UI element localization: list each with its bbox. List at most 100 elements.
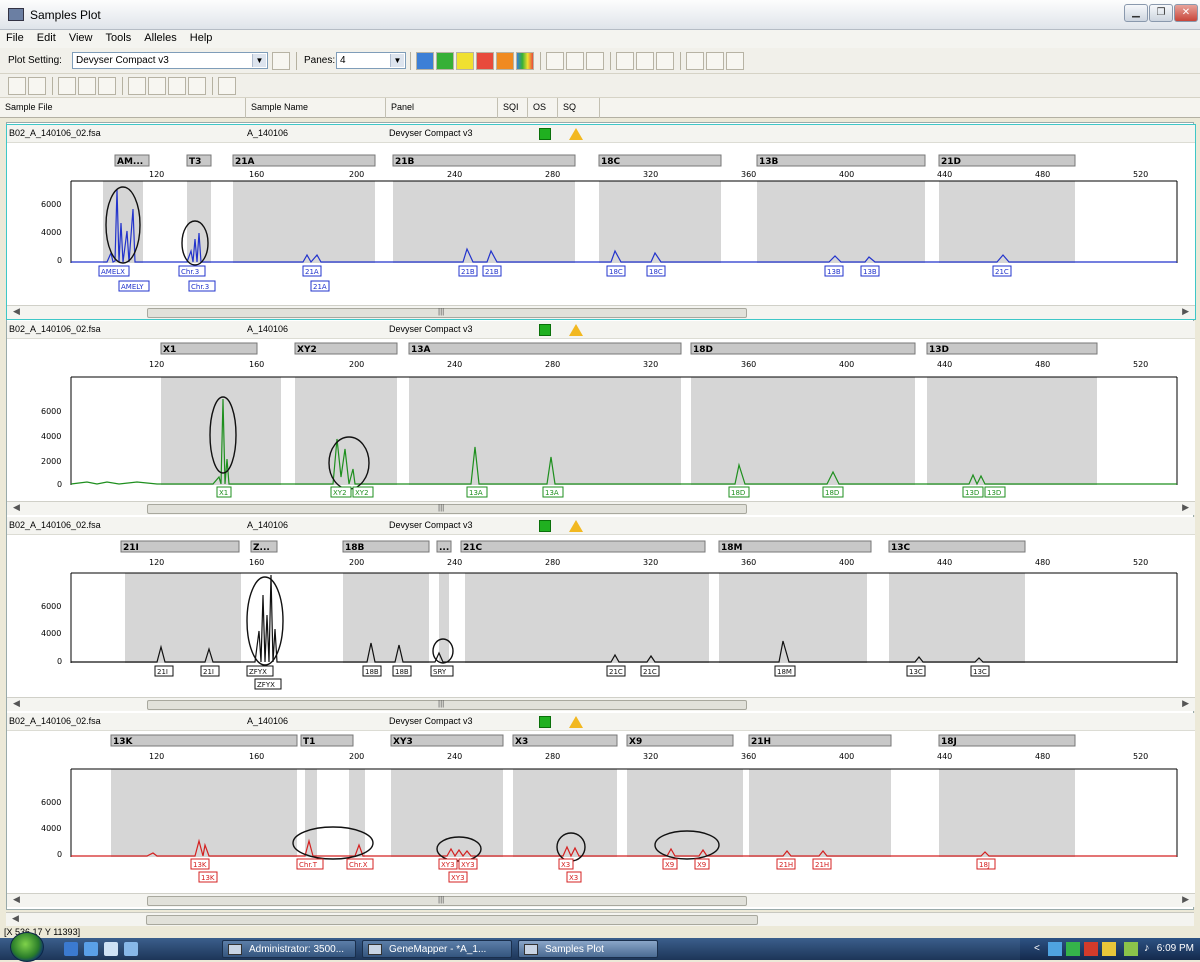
- peaks-compare-icon[interactable]: [78, 77, 96, 95]
- menu-tools[interactable]: Tools: [100, 30, 136, 44]
- task-samples-plot[interactable]: Samples Plot: [518, 940, 658, 958]
- pane-scrollbar[interactable]: ◀ ||| ▶: [7, 697, 1195, 711]
- volume-icon[interactable]: ♪: [1144, 942, 1150, 954]
- scroll-thumb[interactable]: [146, 915, 758, 925]
- internet-explorer-icon[interactable]: [84, 942, 98, 956]
- scroll-right-icon[interactable]: ▶: [1182, 502, 1189, 513]
- panes-select[interactable]: 4 ▼: [336, 52, 406, 69]
- marker-bar[interactable]: [938, 734, 1076, 747]
- task-administrator[interactable]: Administrator: 3500...: [222, 940, 356, 958]
- scroll-right-icon[interactable]: ▶: [1182, 306, 1189, 317]
- print-icon[interactable]: [726, 52, 744, 70]
- minimize-button[interactable]: ▁: [1124, 4, 1148, 22]
- scroll-left-icon[interactable]: ◀: [13, 698, 20, 709]
- zoom-fit-icon[interactable]: [8, 77, 26, 95]
- menu-view[interactable]: View: [63, 30, 97, 44]
- arrow-down-icon[interactable]: [28, 77, 46, 95]
- antivirus-icon[interactable]: [1084, 942, 1098, 956]
- warning-icon[interactable]: [569, 520, 583, 532]
- column-os[interactable]: OS: [528, 98, 558, 118]
- menu-edit[interactable]: Edit: [31, 30, 60, 44]
- quality-ok-icon[interactable]: [539, 520, 551, 532]
- menu-help[interactable]: Help: [184, 30, 217, 44]
- close-button[interactable]: ✕: [1174, 4, 1198, 22]
- power-icon[interactable]: [1124, 942, 1138, 956]
- marker-bar[interactable]: [756, 154, 926, 167]
- blue-dye-button[interactable]: [416, 52, 434, 70]
- marker-bar[interactable]: [110, 734, 298, 747]
- maximize-button[interactable]: ❐: [1149, 4, 1173, 22]
- main-scrollbar[interactable]: ◀: [6, 912, 1194, 926]
- overlay-icon[interactable]: [98, 77, 116, 95]
- pane-scrollbar[interactable]: ◀ ||| ▶: [7, 305, 1195, 319]
- allele-add-icon[interactable]: [148, 77, 166, 95]
- scroll-right-icon[interactable]: ▶: [1182, 698, 1189, 709]
- panel-icon[interactable]: [128, 77, 146, 95]
- security-icon[interactable]: [1066, 942, 1080, 956]
- scroll-thumb[interactable]: |||: [147, 699, 747, 710]
- grid-view-icon[interactable]: [686, 52, 704, 70]
- red-dye-button[interactable]: [476, 52, 494, 70]
- scroll-thumb[interactable]: |||: [147, 307, 747, 318]
- marker-bar[interactable]: [926, 342, 1098, 355]
- pane-scrollbar[interactable]: ◀ ||| ▶: [7, 893, 1195, 907]
- allele-delete-icon[interactable]: [168, 77, 186, 95]
- bar-chart-icon[interactable]: [706, 52, 724, 70]
- plot-pane-4[interactable]: B02_A_140106_02.fsa A_140106 Devyser Com…: [7, 713, 1195, 907]
- chevron-left-icon[interactable]: <: [1034, 943, 1040, 954]
- network-icon[interactable]: [1048, 942, 1062, 956]
- quality-ok-icon[interactable]: [539, 716, 551, 728]
- allele-rename-icon[interactable]: [188, 77, 206, 95]
- histogram-icon[interactable]: [656, 52, 674, 70]
- scroll-right-icon[interactable]: ▶: [1182, 894, 1189, 905]
- explorer-icon[interactable]: [104, 942, 118, 956]
- size-view-icon[interactable]: [566, 52, 584, 70]
- bins-icon[interactable]: [616, 52, 634, 70]
- warning-icon[interactable]: [569, 716, 583, 728]
- warning-icon[interactable]: [569, 324, 583, 336]
- marker-bar[interactable]: [626, 734, 734, 747]
- pane-scrollbar[interactable]: ◀ ||| ▶: [7, 501, 1195, 515]
- orange-dye-button[interactable]: [496, 52, 514, 70]
- scroll-left-icon[interactable]: ◀: [12, 913, 19, 924]
- yellow-dye-button[interactable]: [456, 52, 474, 70]
- notification-icon[interactable]: [1102, 942, 1116, 956]
- switch-windows-icon[interactable]: [124, 942, 138, 956]
- clock[interactable]: 6:09 PM: [1157, 943, 1194, 954]
- plot-pane-1[interactable]: B02_A_140106_02.fsa A_140106 Devyser Com…: [6, 124, 1196, 320]
- show-desktop-icon[interactable]: [64, 942, 78, 956]
- warning-icon[interactable]: [569, 128, 583, 140]
- marker-bar[interactable]: [392, 154, 576, 167]
- column-sample-file[interactable]: Sample File: [0, 98, 246, 118]
- task-genemapper[interactable]: GeneMapper - *A_1...: [362, 940, 512, 958]
- menu-alleles[interactable]: Alleles: [138, 30, 180, 44]
- scroll-left-icon[interactable]: ◀: [13, 894, 20, 905]
- column-sqi[interactable]: SQI: [498, 98, 528, 118]
- zoom-range-icon[interactable]: [636, 52, 654, 70]
- start-button[interactable]: [10, 932, 44, 962]
- peaks-icon[interactable]: [58, 77, 76, 95]
- table-view-icon[interactable]: [546, 52, 564, 70]
- green-dye-button[interactable]: [436, 52, 454, 70]
- scroll-thumb[interactable]: |||: [147, 895, 747, 906]
- marker-bar[interactable]: [460, 540, 706, 553]
- column-sample-name[interactable]: Sample Name: [246, 98, 386, 118]
- scroll-left-icon[interactable]: ◀: [13, 502, 20, 513]
- plot-setting-editor-button[interactable]: [272, 52, 290, 70]
- electropherogram-icon[interactable]: [218, 77, 236, 95]
- scroll-thumb[interactable]: |||: [147, 503, 747, 514]
- plot-pane-3[interactable]: B02_A_140106_02.fsa A_140106 Devyser Com…: [7, 517, 1195, 711]
- menu-file[interactable]: File: [0, 30, 28, 44]
- scroll-left-icon[interactable]: ◀: [13, 306, 20, 317]
- peak-labels-icon[interactable]: [586, 52, 604, 70]
- quality-ok-icon[interactable]: [539, 128, 551, 140]
- plot-setting-select[interactable]: Devyser Compact v3 ▼: [72, 52, 268, 69]
- column-sq[interactable]: SQ: [558, 98, 600, 118]
- column-panel[interactable]: Panel: [386, 98, 498, 118]
- marker-bar[interactable]: [408, 342, 682, 355]
- all-dyes-button[interactable]: [516, 52, 534, 70]
- marker-bar[interactable]: [690, 342, 916, 355]
- quality-ok-icon[interactable]: [539, 324, 551, 336]
- plot-pane-2[interactable]: B02_A_140106_02.fsa A_140106 Devyser Com…: [7, 321, 1195, 515]
- marker-bar[interactable]: [512, 734, 618, 747]
